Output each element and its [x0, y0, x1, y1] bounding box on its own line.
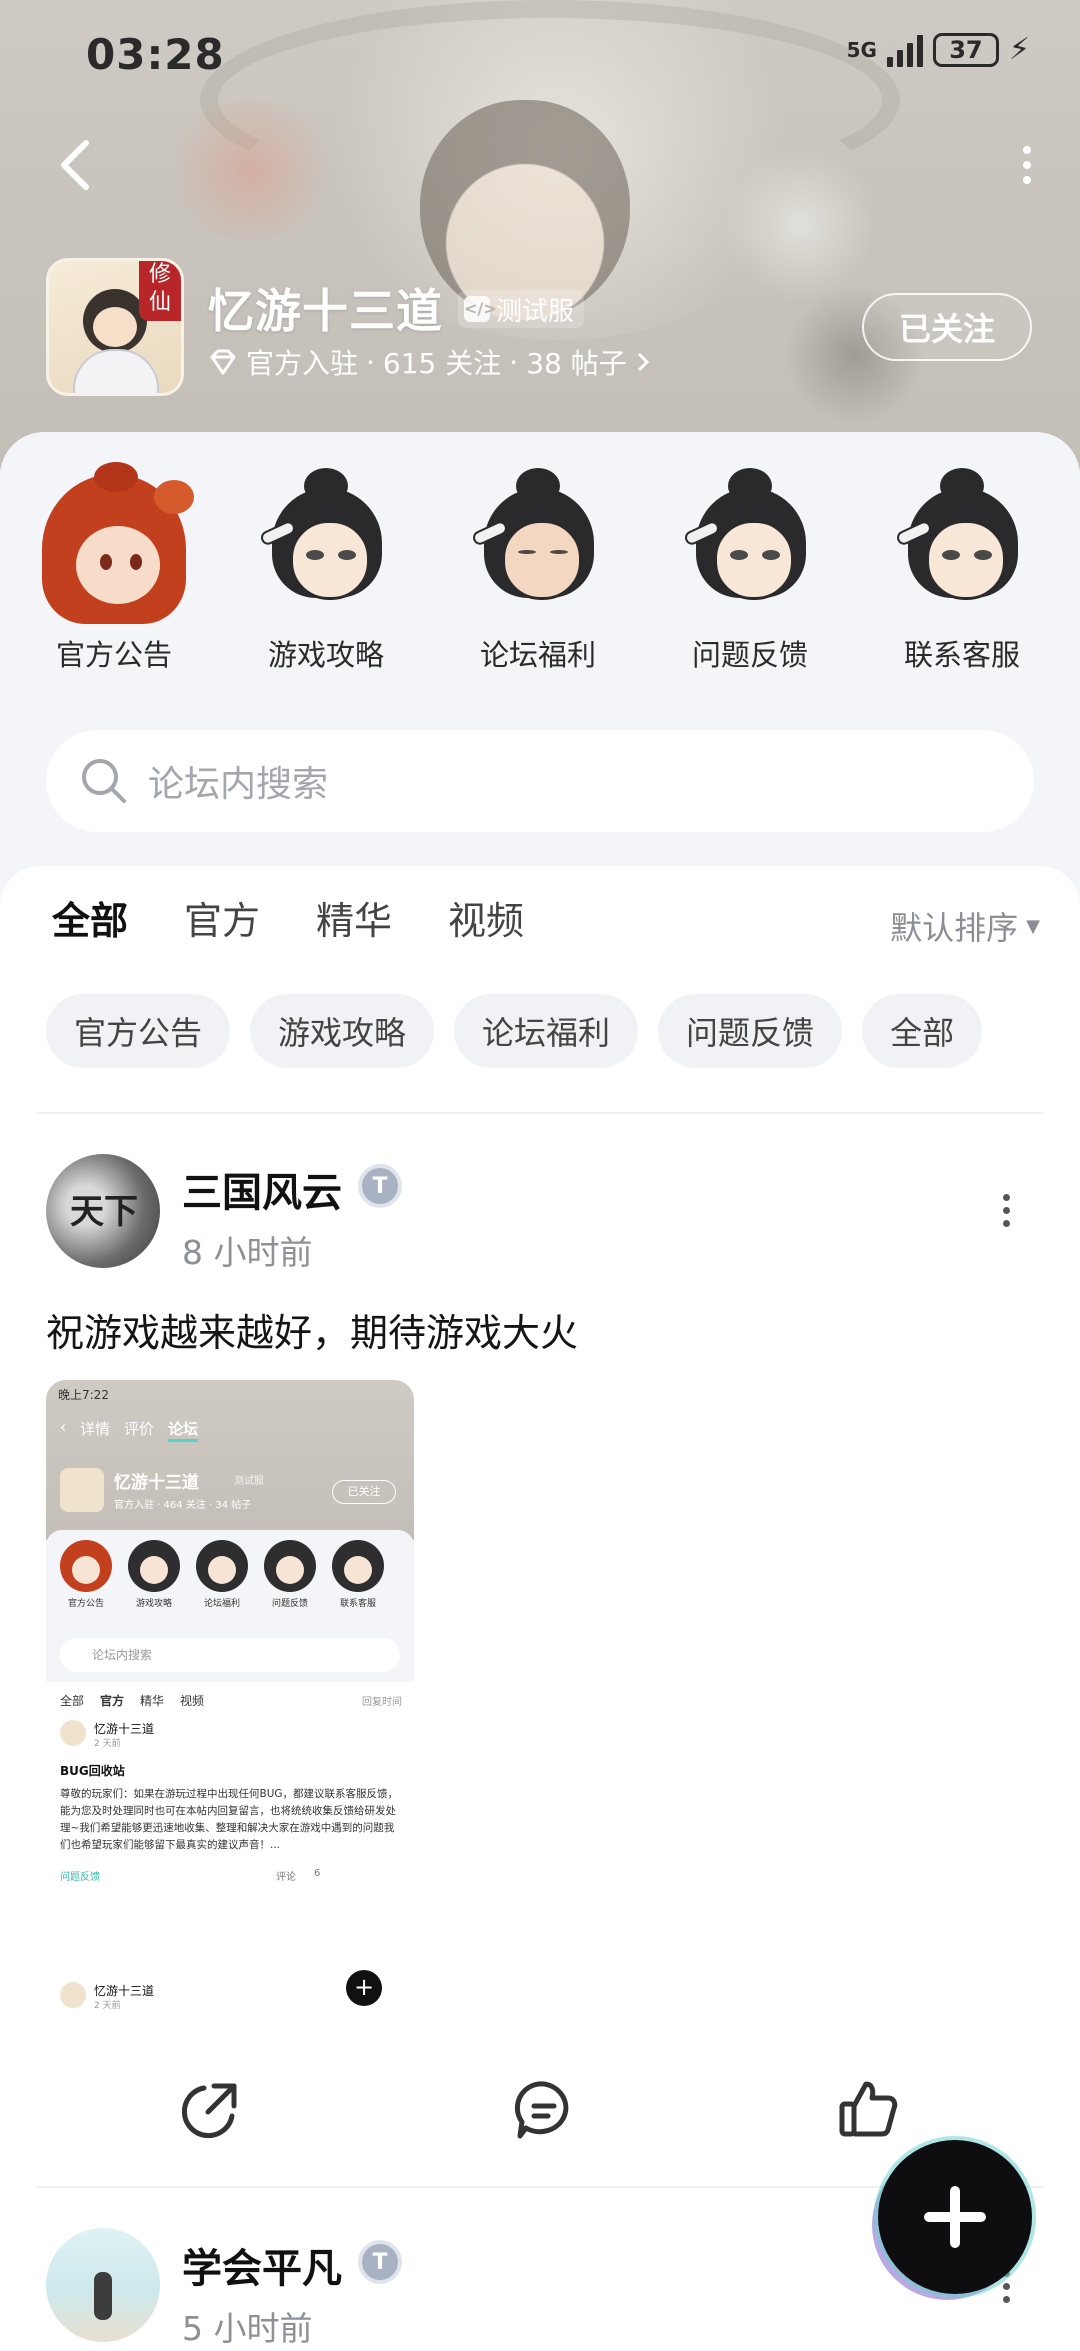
feed-tabs: 全部 官方 精华 视频	[52, 890, 524, 949]
quick-links: 官方公告 游戏攻略 论坛福利 问题反馈 联系客服	[0, 462, 1080, 692]
chip-welfare[interactable]: 论坛福利	[454, 994, 639, 1068]
chevron-right-icon	[637, 352, 649, 372]
game-logo-tag: 修仙	[139, 261, 181, 321]
back-icon[interactable]	[52, 135, 102, 195]
diamond-icon	[210, 349, 236, 375]
test-server-label: 测试服	[496, 296, 575, 327]
test-server-badge: </> 测试服	[458, 290, 585, 328]
caret-down-icon: ▼	[1026, 915, 1040, 937]
like-icon[interactable]	[836, 2078, 900, 2142]
quick-link-feedback[interactable]: 问题反馈	[660, 462, 840, 674]
user-level-badge-icon: T	[358, 2240, 402, 2284]
tab-featured[interactable]: 精华	[316, 890, 392, 945]
game-title: 忆游十三道	[208, 284, 443, 338]
search-icon	[82, 759, 126, 803]
charging-icon: ⚡	[1008, 32, 1030, 67]
follow-count: 615 关注	[382, 347, 502, 380]
announcement-avatar	[34, 462, 194, 624]
post-image[interactable]: 晚上7:22 ‹ 详情 评价 论坛 忆游十三道 测试服 官方入驻 · 464 关…	[46, 1380, 414, 2036]
search-placeholder: 论坛内搜索	[148, 764, 329, 805]
avatar-text: 天下	[70, 1192, 138, 1232]
create-post-button[interactable]	[878, 2140, 1032, 2294]
avatar[interactable]	[46, 2228, 160, 2342]
network-label: 5G	[846, 37, 877, 62]
more-options-icon[interactable]	[1012, 140, 1042, 190]
support-avatar	[882, 462, 1042, 622]
search-input[interactable]: 论坛内搜索	[46, 730, 1034, 832]
post-time: 5 小时前	[182, 2309, 313, 2348]
battery-icon: 37	[932, 32, 999, 67]
post-time: 8 小时前	[182, 1233, 313, 1272]
avatar[interactable]: 天下	[46, 1154, 160, 1268]
feedback-avatar	[670, 462, 830, 622]
quick-link-support[interactable]: 联系客服	[872, 462, 1052, 674]
follow-button[interactable]: 已关注	[862, 293, 1032, 361]
post-text: 祝游戏越来越好，期待游戏大火	[46, 1311, 579, 1355]
post-author[interactable]: 学会平凡	[182, 2236, 342, 2294]
welfare-avatar	[458, 462, 618, 622]
divider	[36, 1112, 1044, 1114]
user-level-badge-icon: T	[358, 1164, 402, 1208]
chip-announcement[interactable]: 官方公告	[46, 994, 231, 1068]
post-author[interactable]: 三国风云	[182, 1160, 342, 1218]
post-more-icon[interactable]	[996, 1190, 1016, 1230]
share-icon[interactable]	[178, 2078, 242, 2142]
chip-guides[interactable]: 游戏攻略	[250, 994, 435, 1068]
chip-feedback[interactable]: 问题反馈	[658, 994, 843, 1068]
status-time: 03:28	[86, 30, 225, 79]
game-meta[interactable]: 官方入驻 · 615 关注 · 38 帖子	[208, 342, 651, 382]
post-count: 38 帖子	[526, 347, 627, 380]
tab-all[interactable]: 全部	[52, 890, 128, 949]
code-icon: </>	[464, 296, 497, 322]
verified-label: 官方入驻	[246, 347, 359, 380]
sort-dropdown[interactable]: 默认排序 ▼	[890, 903, 1040, 949]
status-icons: 5G 37 ⚡	[847, 32, 1030, 67]
tab-official[interactable]: 官方	[184, 890, 260, 945]
comment-icon[interactable]	[512, 2078, 576, 2142]
quick-link-welfare[interactable]: 论坛福利	[448, 462, 628, 674]
quick-link-guides[interactable]: 游戏攻略	[236, 462, 416, 674]
category-chips: 官方公告 游戏攻略 论坛福利 问题反馈 全部	[46, 994, 983, 1068]
tab-video[interactable]: 视频	[448, 890, 524, 945]
chip-all[interactable]: 全部	[862, 994, 983, 1068]
quick-link-announcement[interactable]: 官方公告	[24, 462, 204, 674]
game-logo: 修仙	[46, 258, 184, 396]
sort-label: 默认排序	[890, 909, 1019, 947]
signal-icon	[886, 33, 923, 67]
guides-avatar	[246, 462, 406, 622]
